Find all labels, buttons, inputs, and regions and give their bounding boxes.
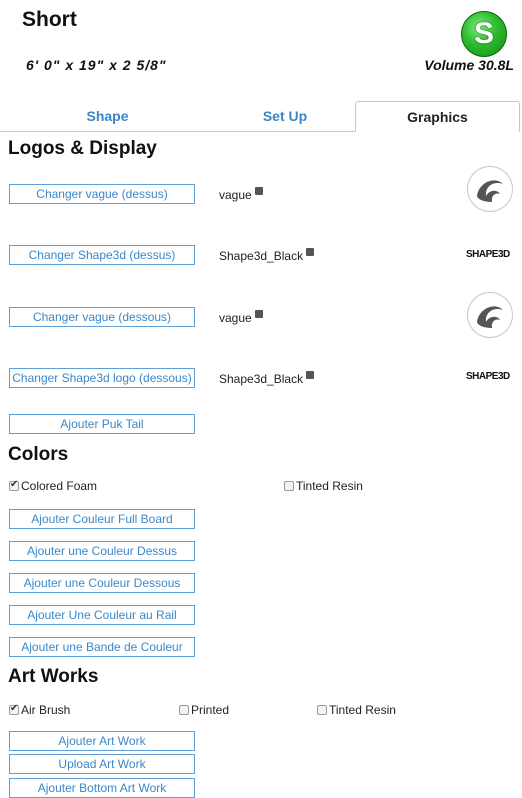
tab-setup[interactable]: Set Up — [215, 101, 355, 132]
section-title-artworks: Art Works — [8, 666, 99, 687]
add-puk-tail-button[interactable]: Ajouter Puk Tail — [9, 414, 195, 434]
add-color-top-button[interactable]: Ajouter une Couleur Dessus — [9, 541, 195, 561]
change-wave-bottom-button[interactable]: Changer vague (dessous) — [9, 307, 195, 327]
colored-foam-checkbox[interactable]: Colored Foam — [9, 479, 97, 493]
wave-logo-preview — [467, 166, 513, 212]
info-icon[interactable] — [254, 187, 263, 195]
add-bottom-artwork-button[interactable]: Ajouter Bottom Art Work — [9, 778, 195, 798]
board-volume: Volume 30.8L — [424, 57, 514, 73]
tinted-resin-checkbox[interactable]: Tinted Resin — [284, 479, 363, 493]
logo-name-shape3d-bottom: Shape3d_Black — [219, 371, 315, 386]
tab-bar: Shape Set Up Graphics — [0, 101, 522, 132]
section-title-logos: Logos & Display — [8, 138, 157, 159]
logo-letter: S — [473, 17, 494, 50]
change-shape3d-bottom-button[interactable]: Changer Shape3d logo (dessous) — [9, 368, 195, 388]
tinted-resin-artwork-checkbox[interactable]: Tinted Resin — [317, 703, 396, 717]
wave-icon — [477, 306, 503, 328]
shape3d-logo-preview: SHAPE3D — [466, 249, 510, 260]
app-logo: S — [461, 11, 507, 57]
printed-checkbox[interactable]: Printed — [179, 703, 229, 717]
page-title: Short — [22, 8, 77, 31]
info-icon[interactable] — [306, 248, 315, 256]
board-dimensions: 6' 0" x 19" x 2 5/8" — [26, 57, 167, 73]
checkbox-icon[interactable] — [179, 705, 189, 715]
section-title-colors: Colors — [8, 444, 69, 465]
logo-name-wave-top: vague — [219, 187, 263, 202]
wave-icon — [477, 180, 503, 202]
info-icon[interactable] — [254, 310, 263, 318]
checkbox-icon[interactable] — [317, 705, 327, 715]
add-color-rail-button[interactable]: Ajouter Une Couleur au Rail — [9, 605, 195, 625]
air-brush-checkbox[interactable]: Air Brush — [9, 703, 70, 717]
shape3d-logo-preview: SHAPE3D — [466, 371, 510, 382]
change-shape3d-top-button[interactable]: Changer Shape3d (dessus) — [9, 245, 195, 265]
wave-logo-preview — [467, 292, 513, 338]
add-artwork-button[interactable]: Ajouter Art Work — [9, 731, 195, 751]
change-wave-top-button[interactable]: Changer vague (dessus) — [9, 184, 195, 204]
add-color-stripe-button[interactable]: Ajouter une Bande de Couleur — [9, 637, 195, 657]
checkbox-icon[interactable] — [9, 479, 19, 491]
checkbox-icon[interactable] — [284, 481, 294, 491]
add-color-bottom-button[interactable]: Ajouter une Couleur Dessous — [9, 573, 195, 593]
tab-graphics[interactable]: Graphics — [355, 101, 520, 132]
info-icon[interactable] — [306, 371, 315, 379]
logo-name-wave-bottom: vague — [219, 310, 263, 325]
tab-shape[interactable]: Shape — [0, 101, 215, 132]
upload-artwork-button[interactable]: Upload Art Work — [9, 754, 195, 774]
logo-name-shape3d-top: Shape3d_Black — [219, 248, 315, 263]
add-color-full-board-button[interactable]: Ajouter Couleur Full Board — [9, 509, 195, 529]
checkbox-icon[interactable] — [9, 703, 19, 715]
